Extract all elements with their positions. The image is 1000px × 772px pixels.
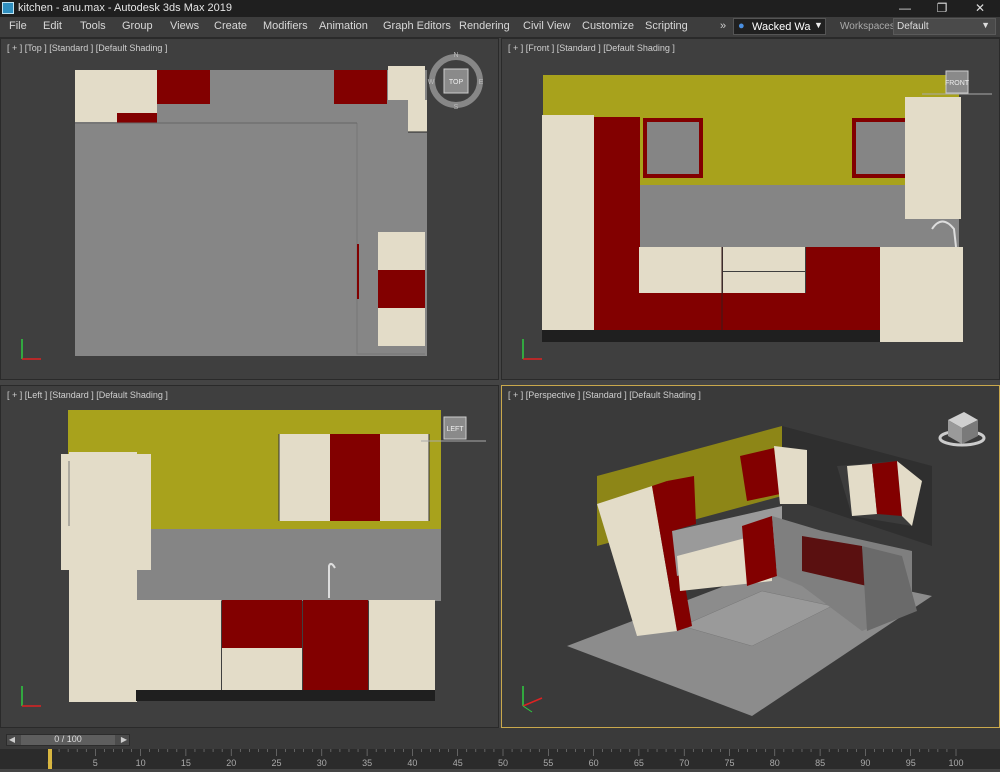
user-name: Wacked Wa xyxy=(752,21,811,33)
compass-west: W xyxy=(428,79,435,86)
menu-scripting[interactable]: Scripting xyxy=(645,20,688,32)
menu-file[interactable]: File xyxy=(9,20,27,32)
menu-customize[interactable]: Customize xyxy=(582,20,634,32)
close-button[interactable]: ✕ xyxy=(960,0,1000,17)
menu-graph-editors[interactable]: Graph Editors xyxy=(383,20,451,32)
ruler-tick-label: 35 xyxy=(362,758,372,768)
axis-gizmo-icon xyxy=(522,339,542,360)
menu-tools[interactable]: Tools xyxy=(80,20,106,32)
menu-animation[interactable]: Animation xyxy=(319,20,368,32)
time-slider[interactable]: ◀ 0 / 100 ▶ xyxy=(6,734,130,746)
track-bar-corner xyxy=(0,749,34,769)
menu-views[interactable]: Views xyxy=(170,20,199,32)
viewport-top[interactable]: [ + ] [Top ] [Standard ] [Default Shadin… xyxy=(0,38,499,380)
workspaces-value: Default xyxy=(897,21,929,32)
minimize-button[interactable]: — xyxy=(885,0,925,17)
axis-gizmo-icon xyxy=(21,686,41,707)
ruler-tick-label: 85 xyxy=(815,758,825,768)
ruler-tick-label: 75 xyxy=(724,758,734,768)
ruler-tick-label: 30 xyxy=(317,758,327,768)
user-account-dropdown[interactable]: ● Wacked Wa ▼ xyxy=(733,18,826,35)
menu-edit[interactable]: Edit xyxy=(43,20,62,32)
menu-group[interactable]: Group xyxy=(122,20,153,32)
ruler-tick-label: 70 xyxy=(679,758,689,768)
ruler-tick-label: 100 xyxy=(948,758,963,768)
ruler-ticks: 0510152025303540455055606570758085909510… xyxy=(47,749,964,769)
perspective-view-scene xyxy=(522,412,986,716)
ruler-tick-label: 20 xyxy=(226,758,236,768)
user-icon: ● xyxy=(738,20,745,32)
ruler-tick-label: 65 xyxy=(634,758,644,768)
menu-rendering[interactable]: Rendering xyxy=(459,20,510,32)
left-view-scene: LEFT xyxy=(21,410,486,707)
workspaces-dropdown[interactable]: Default ▼ xyxy=(893,18,996,35)
maximize-button[interactable]: ❐ xyxy=(922,0,962,17)
viewcube-label: TOP xyxy=(449,79,464,86)
app-icon xyxy=(2,2,14,14)
workspaces-label: Workspaces: xyxy=(840,21,898,32)
menu-civil-view[interactable]: Civil View xyxy=(523,20,570,32)
ruler-tick-label: 90 xyxy=(860,758,870,768)
current-frame-marker xyxy=(48,749,52,769)
menu-create[interactable]: Create xyxy=(214,20,247,32)
chevron-down-icon: ▼ xyxy=(981,20,990,30)
compass-north: N xyxy=(453,52,458,59)
frame-counter: 0 / 100 xyxy=(54,734,82,744)
menu-overflow-chevron-icon[interactable]: » xyxy=(720,20,726,32)
viewport-front[interactable]: [ + ] [Front ] [Standard ] [Default Shad… xyxy=(501,38,1000,380)
compass-east: E xyxy=(479,79,484,86)
title-bar: kitchen - anu.max - Autodesk 3ds Max 201… xyxy=(0,0,1000,17)
window-title: kitchen - anu.max - Autodesk 3ds Max 201… xyxy=(18,2,233,14)
viewport-label[interactable]: [ + ] [Perspective ] [Standard ] [Defaul… xyxy=(508,390,701,400)
ruler-tick-label: 40 xyxy=(407,758,417,768)
ruler-tick-label: 55 xyxy=(543,758,553,768)
chevron-down-icon: ▼ xyxy=(814,20,823,30)
viewport-label[interactable]: [ + ] [Left ] [Standard ] [Default Shadi… xyxy=(7,390,168,400)
top-view-scene: TOP N S E W xyxy=(21,52,484,360)
ruler-tick-label: 80 xyxy=(770,758,780,768)
compass-south: S xyxy=(454,104,459,111)
ruler-tick-label: 15 xyxy=(181,758,191,768)
ruler-tick-label: 50 xyxy=(498,758,508,768)
viewport-perspective[interactable]: [ + ] [Perspective ] [Standard ] [Defaul… xyxy=(501,385,1000,728)
ruler-tick-label: 60 xyxy=(589,758,599,768)
viewport-label[interactable]: [ + ] [Front ] [Standard ] [Default Shad… xyxy=(508,43,675,53)
track-bar-ruler[interactable]: 0510152025303540455055606570758085909510… xyxy=(34,749,1000,769)
ruler-tick-label: 95 xyxy=(906,758,916,768)
ruler-tick-label: 25 xyxy=(271,758,281,768)
axis-gizmo-icon xyxy=(21,339,41,360)
next-frame-icon[interactable]: ▶ xyxy=(119,734,129,746)
viewcube-label: LEFT xyxy=(446,426,464,433)
viewcube-label: FRONT xyxy=(945,80,970,87)
ruler-tick-label: 5 xyxy=(93,758,98,768)
menu-modifiers[interactable]: Modifiers xyxy=(263,20,308,32)
front-view-scene: FRONT xyxy=(522,70,992,360)
ruler-tick-label: 45 xyxy=(453,758,463,768)
ruler-tick-label: 10 xyxy=(136,758,146,768)
axis-gizmo-icon xyxy=(522,686,543,713)
viewport-label[interactable]: [ + ] [Top ] [Standard ] [Default Shadin… xyxy=(7,43,167,53)
viewport-left[interactable]: [ + ] [Left ] [Standard ] [Default Shadi… xyxy=(0,385,499,728)
